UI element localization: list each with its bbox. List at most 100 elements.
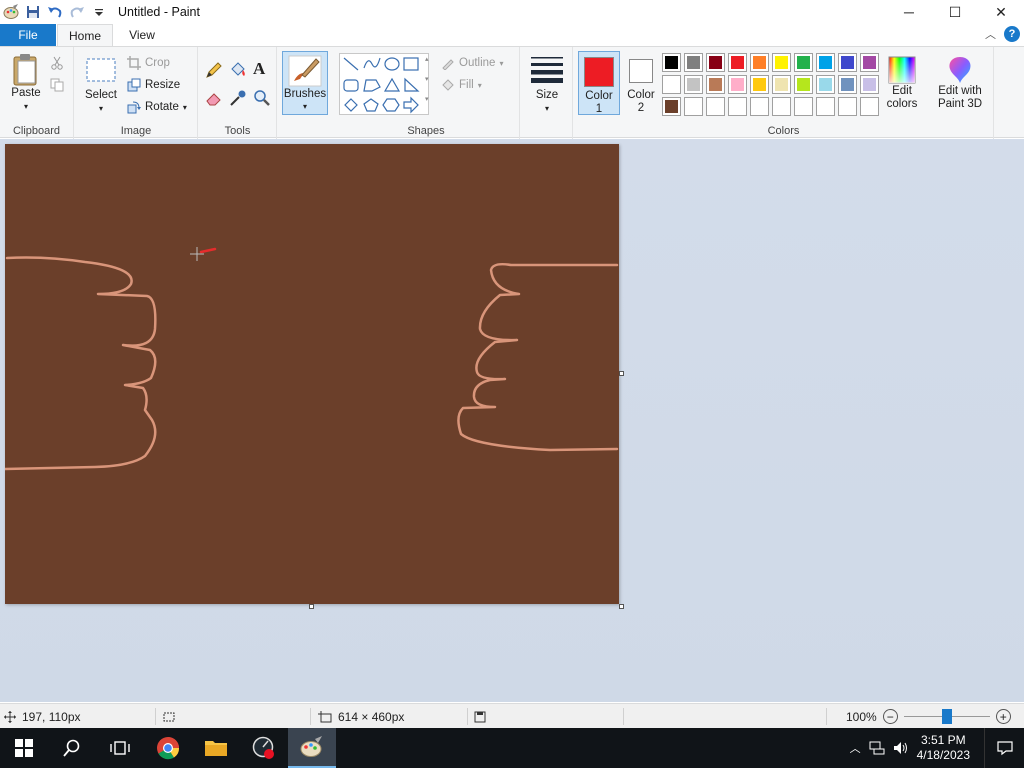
size-button[interactable]: Size ▾ bbox=[527, 55, 567, 115]
minimize-button[interactable]: ─ bbox=[886, 0, 932, 24]
brushes-button[interactable]: Brushes ▾ bbox=[282, 51, 328, 115]
network-icon[interactable] bbox=[869, 741, 885, 755]
search-button[interactable] bbox=[48, 728, 96, 768]
color-picker-icon[interactable] bbox=[229, 89, 247, 110]
clipboard-group-label: Clipboard bbox=[12, 125, 61, 137]
clock[interactable]: 3:51 PM 4/18/2023 bbox=[917, 733, 970, 763]
zoom-slider-thumb[interactable] bbox=[941, 709, 952, 724]
palette-swatch[interactable] bbox=[706, 53, 725, 72]
resize-label: Resize bbox=[145, 79, 181, 91]
canvas-workspace[interactable] bbox=[0, 139, 1024, 702]
chrome-taskbar-button[interactable] bbox=[144, 728, 192, 768]
save-icon[interactable] bbox=[24, 3, 42, 21]
palette-swatch[interactable] bbox=[662, 53, 681, 72]
edit-colors-button[interactable]: Edit colors bbox=[884, 55, 920, 111]
palette-swatch[interactable] bbox=[794, 53, 813, 72]
collapse-ribbon-icon[interactable]: ︿ bbox=[985, 26, 996, 42]
palette-swatch[interactable] bbox=[794, 97, 813, 116]
file-explorer-taskbar-button[interactable] bbox=[192, 728, 240, 768]
palette-swatch[interactable] bbox=[750, 97, 769, 116]
palette-swatch[interactable] bbox=[838, 53, 857, 72]
recorder-taskbar-button[interactable] bbox=[240, 728, 288, 768]
palette-swatch[interactable] bbox=[684, 75, 703, 94]
pencil-icon[interactable] bbox=[205, 61, 223, 82]
magnifier-icon[interactable] bbox=[253, 89, 271, 110]
text-tool-icon[interactable]: A bbox=[253, 59, 265, 79]
palette-swatch[interactable] bbox=[772, 97, 791, 116]
outline-button[interactable]: Outline ▾ bbox=[441, 53, 503, 73]
paint-app-icon[interactable] bbox=[2, 3, 20, 21]
palette-swatch[interactable] bbox=[706, 75, 725, 94]
redo-icon[interactable] bbox=[68, 3, 86, 21]
triangle-shape-icon bbox=[383, 77, 401, 92]
palette-swatch[interactable] bbox=[750, 53, 769, 72]
color-palette bbox=[662, 53, 884, 119]
fill-button[interactable]: Fill ▾ bbox=[441, 75, 482, 95]
rotate-button[interactable]: Rotate ▾ bbox=[127, 97, 187, 117]
eraser-icon[interactable] bbox=[205, 89, 223, 110]
chrome-icon bbox=[157, 737, 180, 760]
edit-with-paint3d-button[interactable]: Edit with Paint 3D bbox=[934, 55, 986, 111]
cut-icon[interactable] bbox=[50, 53, 64, 73]
color2-button[interactable]: Color 2 bbox=[624, 51, 658, 115]
colors-group: Color 1 Color 2 Edit colors Colors bbox=[574, 47, 994, 139]
paste-button[interactable]: Paste ▾ bbox=[8, 53, 44, 113]
palette-swatch[interactable] bbox=[728, 53, 747, 72]
palette-swatch[interactable] bbox=[684, 97, 703, 116]
close-button[interactable]: ✕ bbox=[978, 0, 1024, 24]
palette-swatch[interactable] bbox=[794, 75, 813, 94]
notifications-button[interactable] bbox=[984, 728, 1024, 768]
palette-swatch[interactable] bbox=[728, 97, 747, 116]
palette-swatch[interactable] bbox=[706, 97, 725, 116]
palette-swatch[interactable] bbox=[816, 53, 835, 72]
maximize-button[interactable]: ☐ bbox=[932, 0, 978, 24]
right-triangle-shape-icon bbox=[404, 77, 420, 92]
polygon-shape-icon bbox=[363, 79, 381, 92]
drawing-canvas[interactable] bbox=[5, 144, 619, 604]
palette-swatch[interactable] bbox=[816, 97, 835, 116]
undo-icon[interactable] bbox=[46, 3, 64, 21]
tab-view[interactable]: View bbox=[114, 24, 170, 46]
zoom-in-icon[interactable]: + bbox=[995, 709, 1011, 724]
palette-swatch[interactable] bbox=[772, 75, 791, 94]
zoom-out-icon[interactable]: − bbox=[882, 709, 898, 724]
tab-file[interactable]: File bbox=[0, 24, 56, 46]
palette-swatch[interactable] bbox=[860, 53, 879, 72]
palette-swatch[interactable] bbox=[662, 75, 681, 94]
task-view-button[interactable] bbox=[96, 728, 144, 768]
brush-icon bbox=[288, 55, 322, 90]
zoom-slider[interactable] bbox=[903, 709, 990, 724]
palette-swatch[interactable] bbox=[662, 97, 681, 116]
start-button[interactable] bbox=[0, 728, 48, 768]
tab-home[interactable]: Home bbox=[57, 24, 113, 46]
color1-button[interactable]: Color 1 bbox=[578, 51, 620, 115]
volume-icon[interactable] bbox=[893, 741, 909, 755]
fill-bucket-icon[interactable] bbox=[229, 61, 247, 82]
palette-swatch[interactable] bbox=[750, 75, 769, 94]
paste-dropdown-icon[interactable]: ▾ bbox=[24, 100, 28, 113]
crop-button[interactable]: Crop bbox=[127, 53, 170, 73]
resize-handle-corner[interactable] bbox=[619, 604, 624, 609]
palette-swatch[interactable] bbox=[728, 75, 747, 94]
line-shape-icon bbox=[343, 57, 359, 71]
palette-swatch[interactable] bbox=[838, 97, 857, 116]
show-hidden-icons[interactable]: ︿ bbox=[850, 740, 861, 756]
rotate-dropdown-icon[interactable]: ▾ bbox=[183, 103, 187, 112]
palette-swatch[interactable] bbox=[838, 75, 857, 94]
copy-icon[interactable] bbox=[50, 75, 64, 95]
palette-swatch[interactable] bbox=[684, 53, 703, 72]
paint-taskbar-button[interactable] bbox=[288, 728, 336, 768]
resize-handle-bottom[interactable] bbox=[309, 604, 314, 609]
resize-button[interactable]: Resize bbox=[127, 75, 180, 95]
select-button[interactable]: Select ▾ bbox=[83, 57, 119, 115]
palette-swatch[interactable] bbox=[860, 97, 879, 116]
palette-swatch[interactable] bbox=[772, 53, 791, 72]
customize-toolbar-icon[interactable] bbox=[90, 3, 108, 21]
help-icon[interactable]: ? bbox=[1004, 26, 1020, 42]
resize-handle-right[interactable] bbox=[619, 371, 624, 376]
palette-swatch[interactable] bbox=[816, 75, 835, 94]
shapes-scroll[interactable]: ▴ ▾ ▾ bbox=[425, 55, 429, 105]
folder-icon bbox=[205, 741, 227, 756]
palette-swatch[interactable] bbox=[860, 75, 879, 94]
select-dropdown-icon[interactable]: ▾ bbox=[99, 102, 103, 115]
